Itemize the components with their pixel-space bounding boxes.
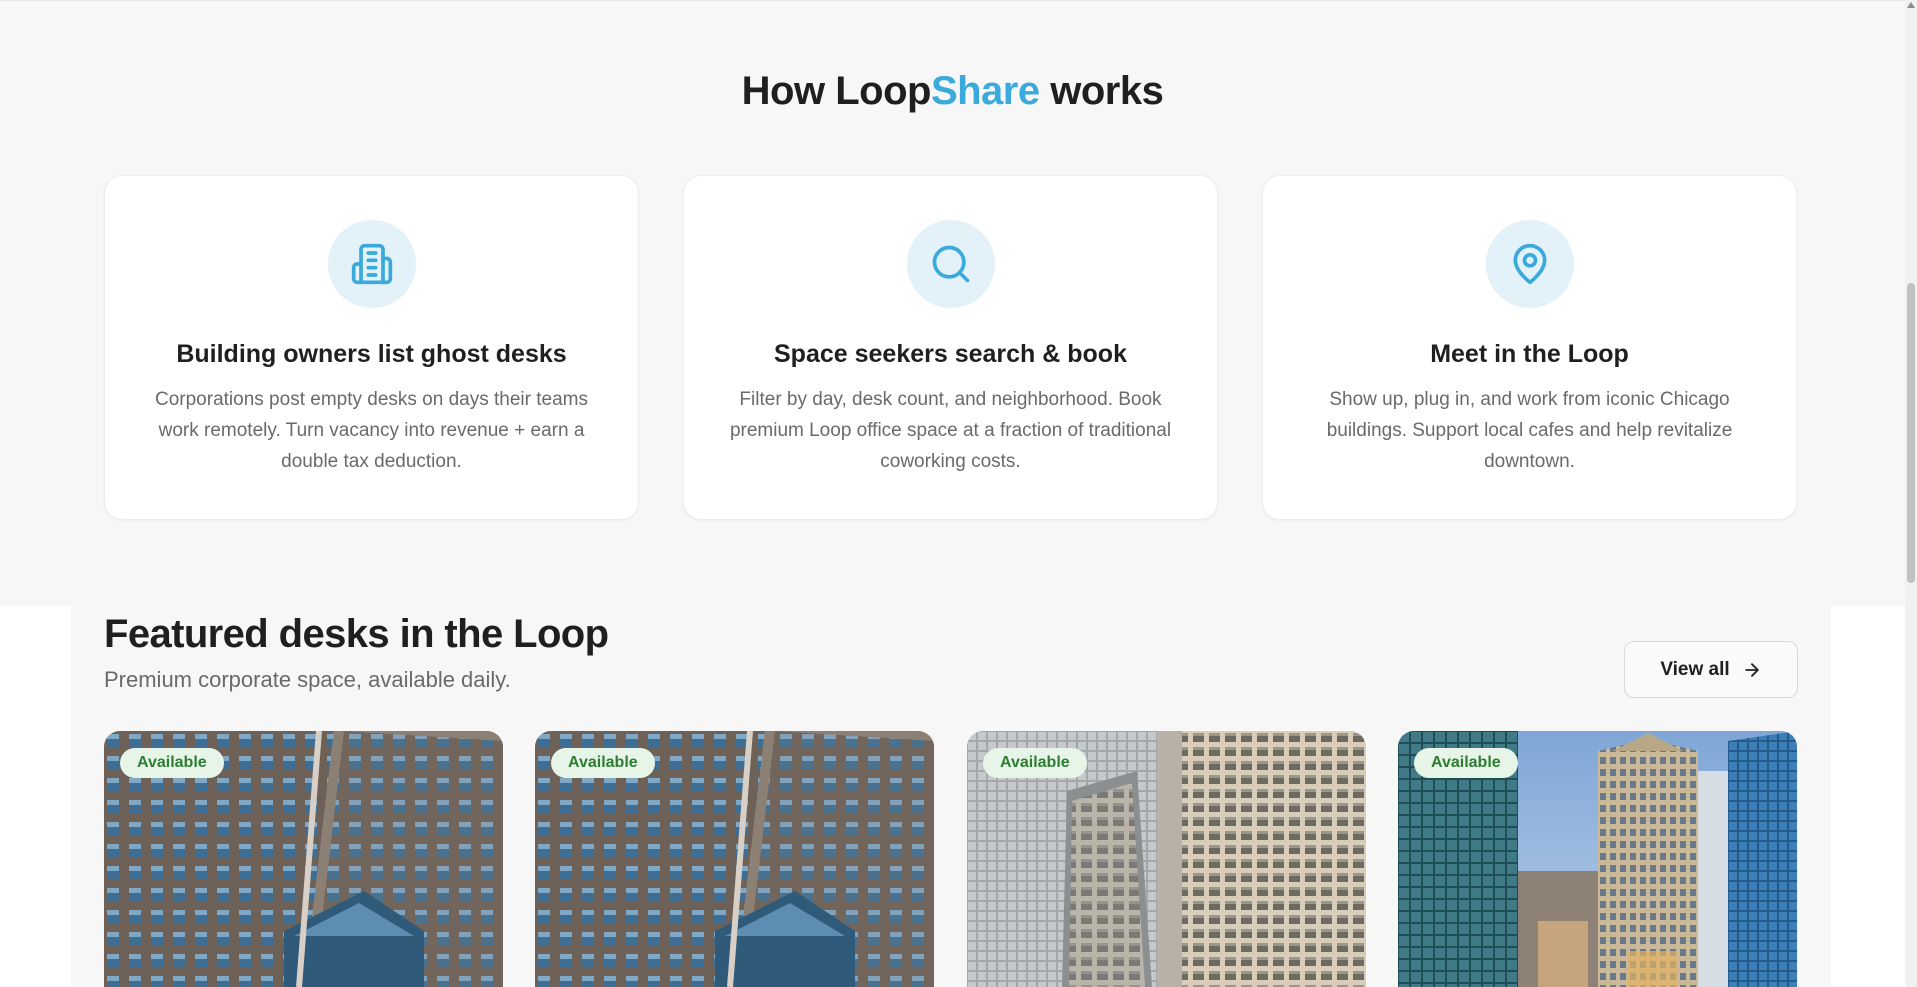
scroll-thumb[interactable] <box>1907 283 1915 583</box>
step-title: Space seekers search & book <box>774 340 1127 368</box>
step-description: Filter by day, desk count, and neighborh… <box>729 389 1172 472</box>
featured-subtitle: Premium corporate space, available daily… <box>104 667 511 692</box>
view-all-label: View all <box>1660 658 1730 680</box>
step-description: Show up, plug in, and work from iconic C… <box>1326 389 1733 472</box>
search-icon <box>907 220 995 308</box>
step-card-owners: Building owners list ghost desks Corpora… <box>104 175 639 520</box>
building-icon <box>328 220 416 308</box>
arrow-right-icon <box>1744 662 1759 677</box>
step-title: Meet in the Loop <box>1430 340 1629 368</box>
scroll-up-arrow-icon[interactable] <box>1907 2 1915 8</box>
how-it-works-title: How LoopShare works <box>741 69 1164 113</box>
desk-card[interactable]: Available <box>104 731 503 987</box>
step-title: Building owners list ghost desks <box>176 340 567 368</box>
step-card-seekers: Space seekers search & book Filter by da… <box>683 175 1218 520</box>
vertical-scrollbar[interactable] <box>1905 0 1917 987</box>
availability-badge: Available <box>551 748 655 778</box>
step-card-meet: Meet in the Loop Show up, plug in, and w… <box>1262 175 1797 520</box>
map-pin-icon <box>1486 220 1574 308</box>
view-all-button[interactable]: View all <box>1624 641 1798 698</box>
how-it-works-section: How LoopShare works Building owners list… <box>0 0 1905 606</box>
featured-title: Featured desks in the Loop <box>104 612 609 656</box>
desk-card[interactable]: Available <box>1398 731 1797 987</box>
desk-card[interactable]: Available <box>967 731 1366 987</box>
desk-card[interactable]: Available <box>535 731 934 987</box>
availability-badge: Available <box>1414 748 1518 778</box>
step-description: Corporations post empty desks on days th… <box>155 389 588 472</box>
availability-badge: Available <box>983 748 1087 778</box>
availability-badge: Available <box>120 748 224 778</box>
